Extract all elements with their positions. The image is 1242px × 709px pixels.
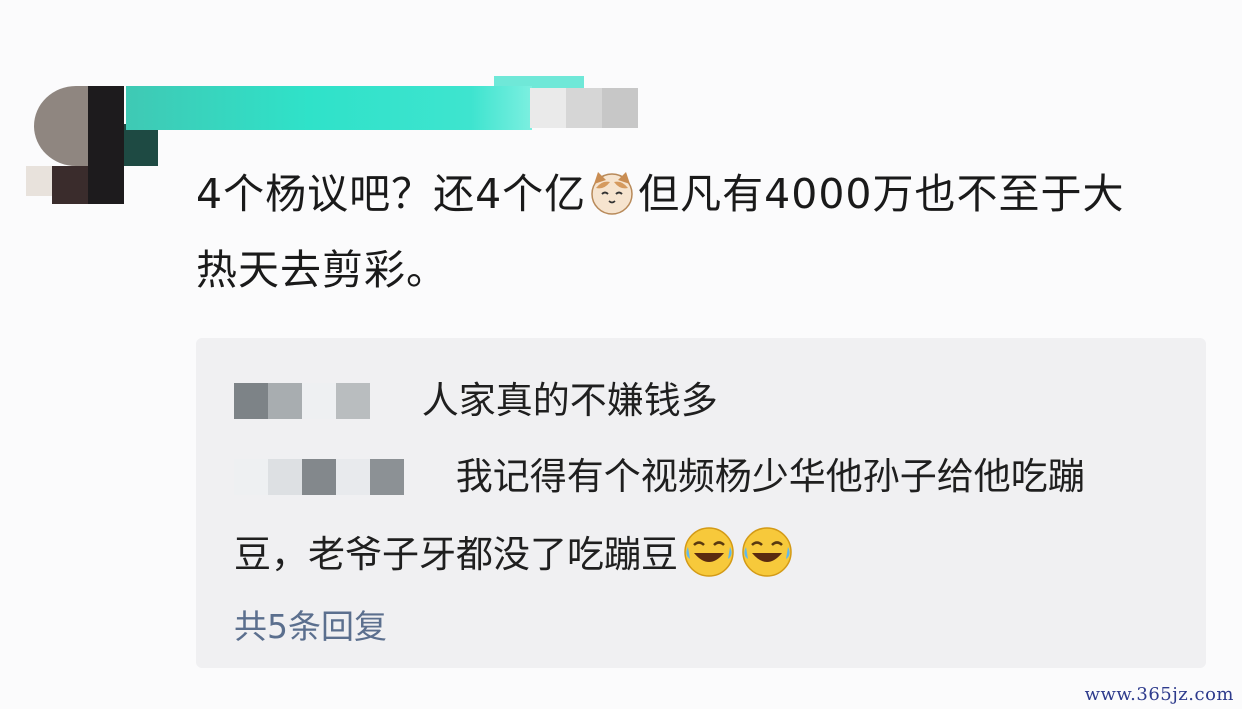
comment-text: 4个杨议吧？还4个亿 但凡有4000万也不至于大 热天去剪彩。: [196, 156, 1196, 308]
comment-line2: 热天去剪彩。: [196, 246, 448, 294]
more-replies-link[interactable]: 共5条回复: [234, 600, 387, 648]
reply-username-mosaic[interactable]: [234, 459, 404, 495]
laughing-crying-icon: [684, 527, 734, 577]
username-mosaic: [530, 88, 638, 128]
reply-text: 我记得有个视频杨少华他孙子给他吃蹦: [455, 455, 1085, 498]
avatar[interactable]: [26, 86, 158, 204]
comment-line1-part1: 4个杨议吧？还4个亿: [196, 170, 587, 218]
laughing-crying-icon: [742, 527, 792, 577]
cat-face-icon: [591, 172, 633, 215]
reply-item: 人家真的不嫌钱多: [234, 366, 718, 436]
reply-text-continuation: 豆，老爷子牙都没了吃蹦豆: [234, 520, 794, 590]
reply-text: 人家真的不嫌钱多: [421, 379, 718, 422]
reply-username-mosaic[interactable]: [234, 383, 370, 419]
username-redaction[interactable]: [126, 86, 532, 130]
watermark: www.365jz.com: [1084, 684, 1234, 705]
reply-item: 我记得有个视频杨少华他孙子给他吃蹦: [234, 442, 1164, 512]
comment-line1-part2: 但凡有4000万也不至于大: [638, 170, 1125, 218]
reply-section: 人家真的不嫌钱多 我记得有个视频杨少华他孙子给他吃蹦 豆，老爷子牙都没了吃蹦豆: [196, 338, 1206, 668]
reply-text-line2: 豆，老爷子牙都没了吃蹦豆: [234, 533, 678, 576]
